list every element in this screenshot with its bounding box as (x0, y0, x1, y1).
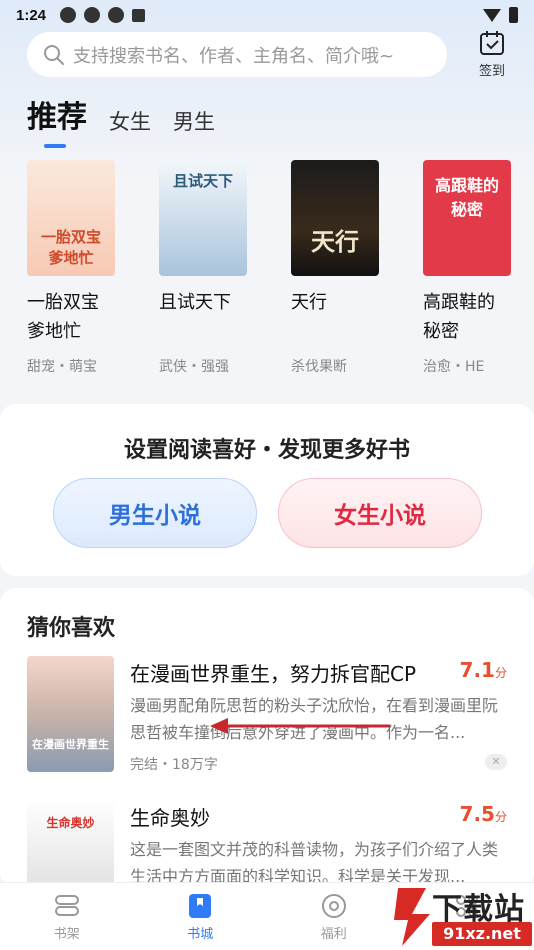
book-title: 在漫画世界重生，努力拆官配CP (130, 662, 417, 686)
book-title: 高跟鞋的 秘密 (423, 292, 495, 342)
book-card[interactable]: 且试天下 且试天下 武侠・强强 (159, 160, 247, 376)
book-title: 且试天下 (159, 292, 231, 313)
bookshelf-icon (54, 895, 79, 916)
section-title: 猜你喜欢 (27, 616, 116, 641)
preference-title: 设置阅读喜好・发现更多好书 (123, 438, 410, 463)
cover-title: 在漫画世界重生 (32, 738, 109, 751)
book-card[interactable]: 一胎双宝 爹地忙 一胎双宝 爹地忙 甜宠・萌宝 (27, 160, 115, 376)
book-cover: 天行 (291, 160, 379, 276)
search-icon (44, 44, 64, 65)
book-tags: 甜宠・萌宝 (27, 359, 97, 375)
bookstore-icon (189, 894, 212, 918)
cover-title: 一胎双宝 爹地忙 (40, 228, 101, 267)
calendar-check-icon (480, 31, 504, 55)
book-tags: 治愈・HE (423, 359, 485, 375)
notification-icon (84, 7, 101, 23)
category-tabs: 推荐 女生 男生 (27, 92, 215, 148)
book-cover: 在漫画世界重生 (27, 656, 114, 772)
guess-section: 猜你喜欢 在漫画世界重生 在漫画世界重生，努力拆官配CP 7.1分 漫画男配角阮… (0, 588, 534, 916)
recommend-section: 一胎双宝 爹地忙 一胎双宝 爹地忙 甜宠・萌宝 且试天下 且试天下 武侠・强强 天… (0, 140, 534, 392)
signin-button[interactable]: 签到 (472, 30, 512, 79)
book-score: 7.1分 (459, 658, 507, 682)
book-cover: 高跟鞋的秘密 (423, 160, 511, 276)
book-tags: 杀伐果断 (291, 359, 347, 375)
cover-title: 天行 (311, 227, 359, 256)
search-placeholder: 支持搜索书名、作者、主角名、简介哦~ (73, 45, 395, 67)
book-card[interactable]: 高跟鞋的秘密 高跟鞋的 秘密 治愈・HE (423, 160, 511, 376)
nav-welfare[interactable]: 福利 (267, 883, 401, 950)
cover-title: 高跟鞋的秘密 (434, 176, 499, 219)
signin-label: 签到 (478, 64, 505, 79)
book-tags: 武侠・强强 (159, 359, 229, 375)
preference-section: 设置阅读喜好・发现更多好书 男生小说 女生小说 (0, 404, 534, 576)
book-cover: 一胎双宝 爹地忙 (27, 160, 115, 276)
status-time: 1:24 (16, 6, 47, 24)
battery-icon (509, 7, 518, 23)
status-bar: 1:24 (0, 0, 534, 30)
tab-recommend[interactable]: 推荐 (27, 92, 87, 148)
tab-female[interactable]: 女生 (109, 106, 151, 136)
watermark-url: 91xz.net (432, 922, 532, 946)
book-title: 一胎双宝 爹地忙 (27, 292, 99, 342)
book-title: 生命奥妙 (130, 806, 210, 830)
notification-icon (132, 8, 146, 22)
cover-title: 生命奥妙 (46, 816, 95, 830)
book-card[interactable]: 天行 天行 杀伐果断 (291, 160, 379, 376)
male-novel-button[interactable]: 男生小说 (53, 478, 257, 548)
book-title: 天行 (291, 292, 327, 313)
recommend-list: 一胎双宝 爹地忙 一胎双宝 爹地忙 甜宠・萌宝 且试天下 且试天下 武侠・强强 天… (27, 160, 511, 376)
list-item[interactable]: 在漫画世界重生 在漫画世界重生，努力拆官配CP 7.1分 漫画男配角阮思哲的粉头… (27, 656, 507, 773)
nav-bookshelf[interactable]: 书架 (0, 883, 134, 950)
search-input[interactable]: 支持搜索书名、作者、主角名、简介哦~ (27, 32, 447, 77)
wifi-icon (483, 8, 501, 22)
notification-icon (108, 7, 125, 23)
notification-icon (60, 7, 77, 23)
female-novel-button[interactable]: 女生小说 (278, 478, 482, 548)
red-arrow-annotation (210, 718, 390, 734)
nav-bookstore[interactable]: 书城 (134, 883, 268, 950)
welfare-icon (321, 894, 346, 918)
book-score: 7.5分 (459, 802, 507, 826)
book-meta: 完结・18万字 (130, 757, 218, 773)
book-cover: 且试天下 (159, 160, 247, 276)
close-icon[interactable]: ✕ (485, 754, 507, 770)
tab-male[interactable]: 男生 (173, 106, 215, 136)
cover-title: 且试天下 (172, 172, 233, 190)
